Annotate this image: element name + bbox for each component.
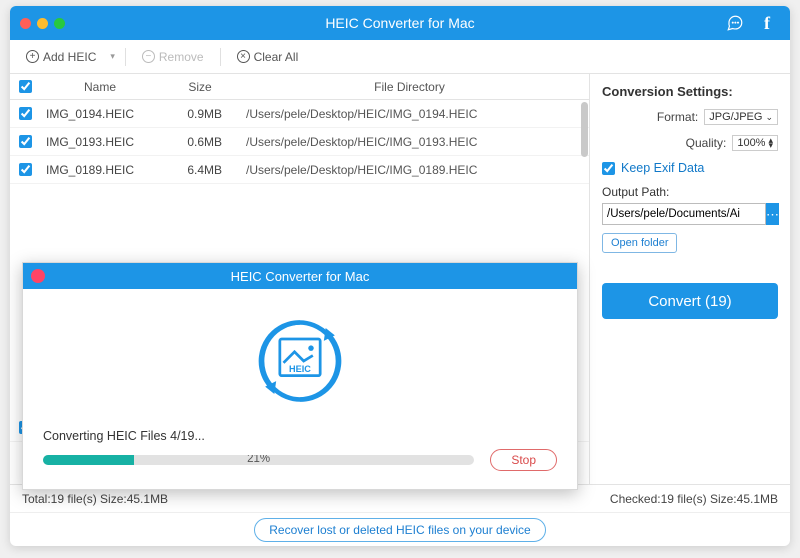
file-size: 6.4MB <box>160 163 240 177</box>
row-checkbox[interactable] <box>19 135 32 148</box>
chevron-down-icon[interactable]: ▾ <box>110 51 115 62</box>
heic-logo-icon: HEIC <box>245 311 355 411</box>
dialog-titlebar: HEIC Converter for Mac <box>23 263 577 289</box>
titlebar: HEIC Converter for Mac f <box>10 6 790 40</box>
dialog-title: HEIC Converter for Mac <box>231 269 370 284</box>
table-header: Name Size File Directory <box>10 74 589 100</box>
remove-button: − Remove <box>136 47 210 67</box>
dialog-close-button[interactable] <box>31 269 45 283</box>
close-window-button[interactable] <box>20 18 31 29</box>
keep-exif-checkbox[interactable] <box>602 162 615 175</box>
window-controls <box>10 18 65 29</box>
recover-link[interactable]: Recover lost or deleted HEIC files on yo… <box>254 518 545 542</box>
progress-bar: 21% <box>43 455 474 465</box>
facebook-icon[interactable]: f <box>758 14 776 32</box>
zoom-window-button[interactable] <box>54 18 65 29</box>
settings-panel: Conversion Settings: Format: JPG/JPEG ⌄ … <box>590 74 790 484</box>
x-icon: × <box>237 50 250 63</box>
add-heic-button[interactable]: + Add HEIC <box>20 47 102 67</box>
toolbar: + Add HEIC ▾ − Remove × Clear All <box>10 40 790 74</box>
remove-label: Remove <box>159 50 204 64</box>
settings-heading: Conversion Settings: <box>602 84 778 99</box>
chevron-down-icon: ⌄ <box>765 112 773 123</box>
format-select[interactable]: JPG/JPEG ⌄ <box>704 109 778 125</box>
file-name: IMG_0189.HEIC <box>40 163 160 177</box>
table-row[interactable]: IMG_0189.HEIC6.4MB/Users/pele/Desktop/HE… <box>10 156 589 184</box>
convert-button[interactable]: Convert (19) <box>602 283 778 319</box>
table-row[interactable]: IMG_0194.HEIC0.9MB/Users/pele/Desktop/HE… <box>10 100 589 128</box>
plus-icon: + <box>26 50 39 63</box>
select-all-checkbox[interactable] <box>19 80 32 93</box>
output-path-field[interactable] <box>602 203 766 225</box>
file-directory: /Users/pele/Desktop/HEIC/IMG_0189.HEIC <box>240 163 579 177</box>
stepper-icon: ▴▾ <box>768 138 773 149</box>
col-directory: File Directory <box>240 80 579 94</box>
output-path-label: Output Path: <box>602 185 778 199</box>
row-checkbox[interactable] <box>19 163 32 176</box>
browse-path-button[interactable]: ⋯ <box>766 203 779 225</box>
file-name: IMG_0193.HEIC <box>40 135 160 149</box>
status-checked: Checked:19 file(s) Size:45.1MB <box>610 492 778 506</box>
footer: Recover lost or deleted HEIC files on yo… <box>10 512 790 546</box>
table-row[interactable]: IMG_0193.HEIC0.6MB/Users/pele/Desktop/HE… <box>10 128 589 156</box>
clear-all-label: Clear All <box>254 50 299 64</box>
clear-all-button[interactable]: × Clear All <box>231 47 305 67</box>
status-total: Total:19 file(s) Size:45.1MB <box>22 492 168 506</box>
add-heic-label: Add HEIC <box>43 50 96 64</box>
progress-percent: 21% <box>247 455 270 465</box>
file-size: 0.9MB <box>160 107 240 121</box>
progress-dialog: HEIC Converter for Mac HEIC <box>22 262 578 490</box>
scrollbar-thumb[interactable] <box>581 102 588 157</box>
window-title: HEIC Converter for Mac <box>10 15 790 31</box>
quality-stepper[interactable]: 100% ▴▾ <box>732 135 778 151</box>
separator <box>125 48 126 66</box>
file-size: 0.6MB <box>160 135 240 149</box>
file-list-panel: Name Size File Directory IMG_0194.HEIC0.… <box>10 74 590 484</box>
col-size: Size <box>160 80 240 94</box>
stop-button[interactable]: Stop <box>490 449 557 471</box>
minus-icon: − <box>142 50 155 63</box>
quality-label: Quality: <box>686 136 727 150</box>
col-name: Name <box>40 80 160 94</box>
file-directory: /Users/pele/Desktop/HEIC/IMG_0194.HEIC <box>240 107 579 121</box>
open-folder-button[interactable]: Open folder <box>602 233 677 253</box>
feedback-icon[interactable] <box>726 14 744 32</box>
progress-status-text: Converting HEIC Files 4/19... <box>43 429 557 443</box>
heic-text: HEIC <box>289 364 311 374</box>
quality-value: 100% <box>737 137 765 149</box>
app-window: HEIC Converter for Mac f + Add HEIC ▾ − … <box>10 6 790 546</box>
row-checkbox[interactable] <box>19 107 32 120</box>
format-value: JPG/JPEG <box>709 111 762 123</box>
keep-exif-label: Keep Exif Data <box>621 161 704 175</box>
format-label: Format: <box>657 110 698 124</box>
separator <box>220 48 221 66</box>
minimize-window-button[interactable] <box>37 18 48 29</box>
file-name: IMG_0194.HEIC <box>40 107 160 121</box>
file-directory: /Users/pele/Desktop/HEIC/IMG_0193.HEIC <box>240 135 579 149</box>
